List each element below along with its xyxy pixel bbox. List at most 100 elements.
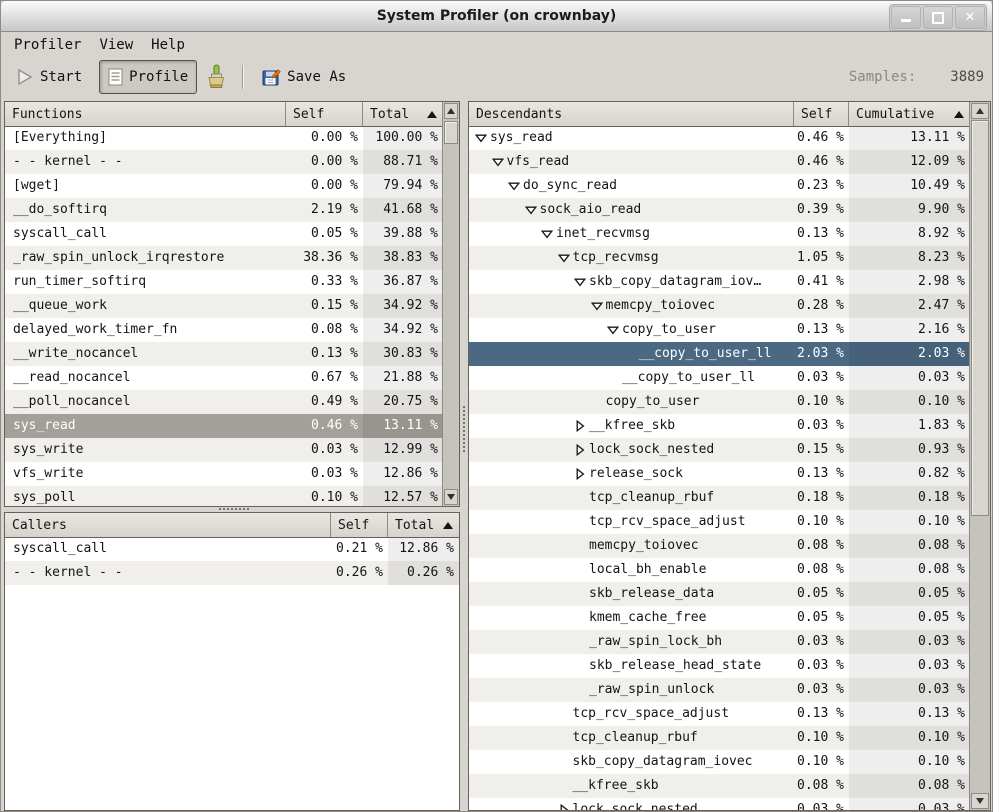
column-header-functions[interactable]: Functions — [5, 102, 286, 126]
expander-open-icon[interactable] — [525, 198, 540, 222]
table-row[interactable]: tcp_rcv_space_adjust0.10 %0.10 % — [469, 510, 970, 534]
scroll-thumb[interactable] — [971, 120, 989, 516]
save-as-button[interactable]: Save As — [253, 60, 355, 94]
functions-scrollbar[interactable] — [442, 102, 459, 506]
profile-button[interactable]: Profile — [99, 60, 197, 94]
expander-closed-icon[interactable] — [574, 414, 589, 438]
vertical-splitter[interactable] — [460, 101, 468, 811]
table-row[interactable]: _raw_spin_lock_bh0.03 %0.03 % — [469, 630, 970, 654]
table-row[interactable]: sys_write0.03 %12.99 % — [5, 438, 443, 462]
function-name-label: tcp_cleanup_rbuf — [573, 726, 698, 750]
column-header-self[interactable]: Self — [286, 102, 363, 126]
table-row[interactable]: __copy_to_user_ll0.03 %0.03 % — [469, 366, 970, 390]
table-row[interactable]: - - kernel - -0.00 %88.71 % — [5, 150, 443, 174]
table-row[interactable]: sys_read0.46 %13.11 % — [469, 126, 970, 150]
table-row[interactable]: release_sock0.13 %0.82 % — [469, 462, 970, 486]
scroll-up-button[interactable] — [971, 103, 989, 119]
column-header-descendants[interactable]: Descendants — [469, 102, 794, 126]
cell-self-percent: 0.03 % — [286, 462, 363, 486]
function-name-label: _raw_spin_unlock — [589, 678, 714, 702]
table-row[interactable]: tcp_cleanup_rbuf0.18 %0.18 % — [469, 486, 970, 510]
table-row[interactable]: inet_recvmsg0.13 %8.92 % — [469, 222, 970, 246]
table-row[interactable]: sys_poll0.10 %12.57 % — [5, 486, 443, 506]
table-row[interactable]: lock_sock_nested0.15 %0.93 % — [469, 438, 970, 462]
scroll-up-button[interactable] — [444, 103, 458, 119]
expander-closed-icon[interactable] — [574, 438, 589, 462]
table-row[interactable]: sys_read0.46 %13.11 % — [5, 414, 443, 438]
table-row[interactable]: __kfree_skb0.03 %1.83 % — [469, 414, 970, 438]
cell-self-percent: 0.23 % — [794, 174, 849, 198]
table-row[interactable]: vfs_write0.03 %12.86 % — [5, 462, 443, 486]
table-row[interactable]: __do_softirq2.19 %41.68 % — [5, 198, 443, 222]
expander-open-icon[interactable] — [475, 126, 490, 150]
menu-help[interactable]: Help — [142, 35, 194, 55]
cell-descendant-name: tcp_rcv_space_adjust — [469, 510, 794, 534]
reset-button[interactable] — [199, 60, 233, 94]
column-header-total[interactable]: Total — [388, 513, 459, 537]
table-row[interactable]: kmem_cache_free0.05 %0.05 % — [469, 606, 970, 630]
menu-profiler[interactable]: Profiler — [5, 35, 90, 55]
scroll-down-button[interactable] — [971, 793, 989, 809]
table-row[interactable]: memcpy_toiovec0.08 %0.08 % — [469, 534, 970, 558]
maximize-button[interactable] — [923, 6, 953, 29]
table-row[interactable]: _raw_spin_unlock_irqrestore38.36 %38.83 … — [5, 246, 443, 270]
table-row[interactable]: run_timer_softirq0.33 %36.87 % — [5, 270, 443, 294]
column-header-total[interactable]: Total — [363, 102, 443, 126]
table-row[interactable]: - - kernel - -0.26 %0.26 % — [5, 561, 459, 585]
table-row[interactable]: lock_sock_nested0.03 %0.03 % — [469, 798, 970, 810]
table-row[interactable]: memcpy_toiovec0.28 %2.47 % — [469, 294, 970, 318]
table-row[interactable]: do_sync_read0.23 %10.49 % — [469, 174, 970, 198]
table-row[interactable]: __poll_nocancel0.49 %20.75 % — [5, 390, 443, 414]
expander-spacer — [574, 486, 589, 510]
table-row[interactable]: vfs_read0.46 %12.09 % — [469, 150, 970, 174]
expander-closed-icon[interactable] — [574, 462, 589, 486]
cell-descendant-name: skb_copy_datagram_iov… — [469, 270, 794, 294]
table-row[interactable]: syscall_call0.21 %12.86 % — [5, 537, 459, 561]
expander-open-icon[interactable] — [574, 270, 589, 294]
column-header-self[interactable]: Self — [331, 513, 388, 537]
column-header-cumulative[interactable]: Cumulative — [849, 102, 970, 126]
cell-function-name: sys_write — [5, 438, 286, 462]
table-row[interactable]: tcp_cleanup_rbuf0.10 %0.10 % — [469, 726, 970, 750]
table-row[interactable]: skb_copy_datagram_iov…0.41 %2.98 % — [469, 270, 970, 294]
expander-open-icon[interactable] — [508, 174, 523, 198]
table-row[interactable]: local_bh_enable0.08 %0.08 % — [469, 558, 970, 582]
table-row[interactable]: __queue_work0.15 %34.92 % — [5, 294, 443, 318]
minimize-button[interactable] — [891, 6, 921, 29]
expander-open-icon[interactable] — [591, 294, 606, 318]
table-row[interactable]: sock_aio_read0.39 %9.90 % — [469, 198, 970, 222]
column-header-callers[interactable]: Callers — [5, 513, 331, 537]
table-row[interactable]: skb_copy_datagram_iovec0.10 %0.10 % — [469, 750, 970, 774]
table-row[interactable]: syscall_call0.05 %39.88 % — [5, 222, 443, 246]
table-row[interactable]: __read_nocancel0.67 %21.88 % — [5, 366, 443, 390]
close-button[interactable]: ✕ — [955, 6, 985, 29]
descendants-scrollbar[interactable] — [969, 102, 990, 810]
table-row[interactable]: delayed_work_timer_fn0.08 %34.92 % — [5, 318, 443, 342]
table-row[interactable]: skb_release_head_state0.03 %0.03 % — [469, 654, 970, 678]
table-row[interactable]: tcp_rcv_space_adjust0.13 %0.13 % — [469, 702, 970, 726]
expander-spacer — [574, 606, 589, 630]
start-button[interactable]: Start — [7, 60, 91, 94]
expander-open-icon[interactable] — [607, 318, 622, 342]
table-row[interactable]: __kfree_skb0.08 %0.08 % — [469, 774, 970, 798]
expander-open-icon[interactable] — [558, 246, 573, 270]
expander-spacer — [574, 558, 589, 582]
titlebar[interactable]: System Profiler (on crownbay) ✕ — [1, 1, 992, 32]
table-row[interactable]: __copy_to_user_ll2.03 %2.03 % — [469, 342, 970, 366]
scroll-down-button[interactable] — [444, 489, 458, 505]
table-row[interactable]: copy_to_user0.13 %2.16 % — [469, 318, 970, 342]
scroll-thumb[interactable] — [444, 121, 458, 144]
table-row[interactable]: _raw_spin_unlock0.03 %0.03 % — [469, 678, 970, 702]
table-row[interactable]: [wget]0.00 %79.94 % — [5, 174, 443, 198]
table-row[interactable]: tcp_recvmsg1.05 %8.23 % — [469, 246, 970, 270]
expander-open-icon[interactable] — [492, 150, 507, 174]
expander-open-icon[interactable] — [541, 222, 556, 246]
table-row[interactable]: [Everything]0.00 %100.00 % — [5, 126, 443, 150]
column-header-self[interactable]: Self — [794, 102, 849, 126]
menu-view[interactable]: View — [90, 35, 142, 55]
table-row[interactable]: copy_to_user0.10 %0.10 % — [469, 390, 970, 414]
cell-total-percent: 41.68 % — [363, 198, 443, 222]
expander-closed-icon[interactable] — [558, 798, 573, 810]
table-row[interactable]: __write_nocancel0.13 %30.83 % — [5, 342, 443, 366]
table-row[interactable]: skb_release_data0.05 %0.05 % — [469, 582, 970, 606]
